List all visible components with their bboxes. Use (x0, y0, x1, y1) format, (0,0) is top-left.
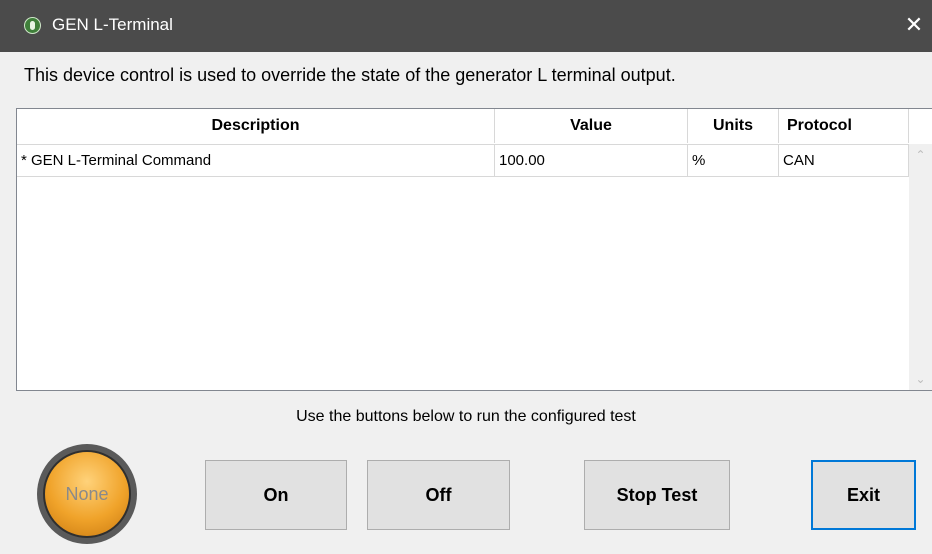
parameter-grid: Description Value Units Protocol * GEN L… (16, 108, 932, 391)
cell-units: % (688, 145, 779, 176)
title-bar: GEN L-Terminal ✕ (0, 0, 932, 52)
chevron-up-icon[interactable]: ⌃ (909, 144, 932, 166)
column-header-protocol[interactable]: Protocol (779, 109, 909, 143)
status-indicator: None (37, 444, 137, 544)
on-button[interactable]: On (205, 460, 347, 530)
column-header-units[interactable]: Units (688, 109, 779, 143)
close-button[interactable]: ✕ (900, 12, 928, 40)
column-header-value[interactable]: Value (495, 109, 688, 143)
cell-value: 100.00 (495, 145, 688, 176)
table-row[interactable]: * GEN L-Terminal Command 100.00 % CAN (17, 144, 909, 177)
status-label: None (43, 450, 131, 538)
app-logo-icon (24, 17, 41, 34)
chevron-down-icon[interactable]: ⌄ (909, 368, 932, 390)
instructions-text: Use the buttons below to run the configu… (296, 408, 636, 425)
control-description: This device control is used to override … (24, 65, 676, 85)
column-header-description[interactable]: Description (17, 109, 495, 143)
vertical-scrollbar[interactable]: ⌃ ⌄ (909, 144, 932, 390)
exit-button[interactable]: Exit (811, 460, 916, 530)
window-title: GEN L-Terminal (52, 15, 173, 34)
cell-description: * GEN L-Terminal Command (17, 145, 495, 176)
grid-header: Description Value Units Protocol (17, 109, 932, 144)
stop-test-button[interactable]: Stop Test (584, 460, 730, 530)
cell-protocol: CAN (779, 145, 909, 176)
off-button[interactable]: Off (367, 460, 510, 530)
